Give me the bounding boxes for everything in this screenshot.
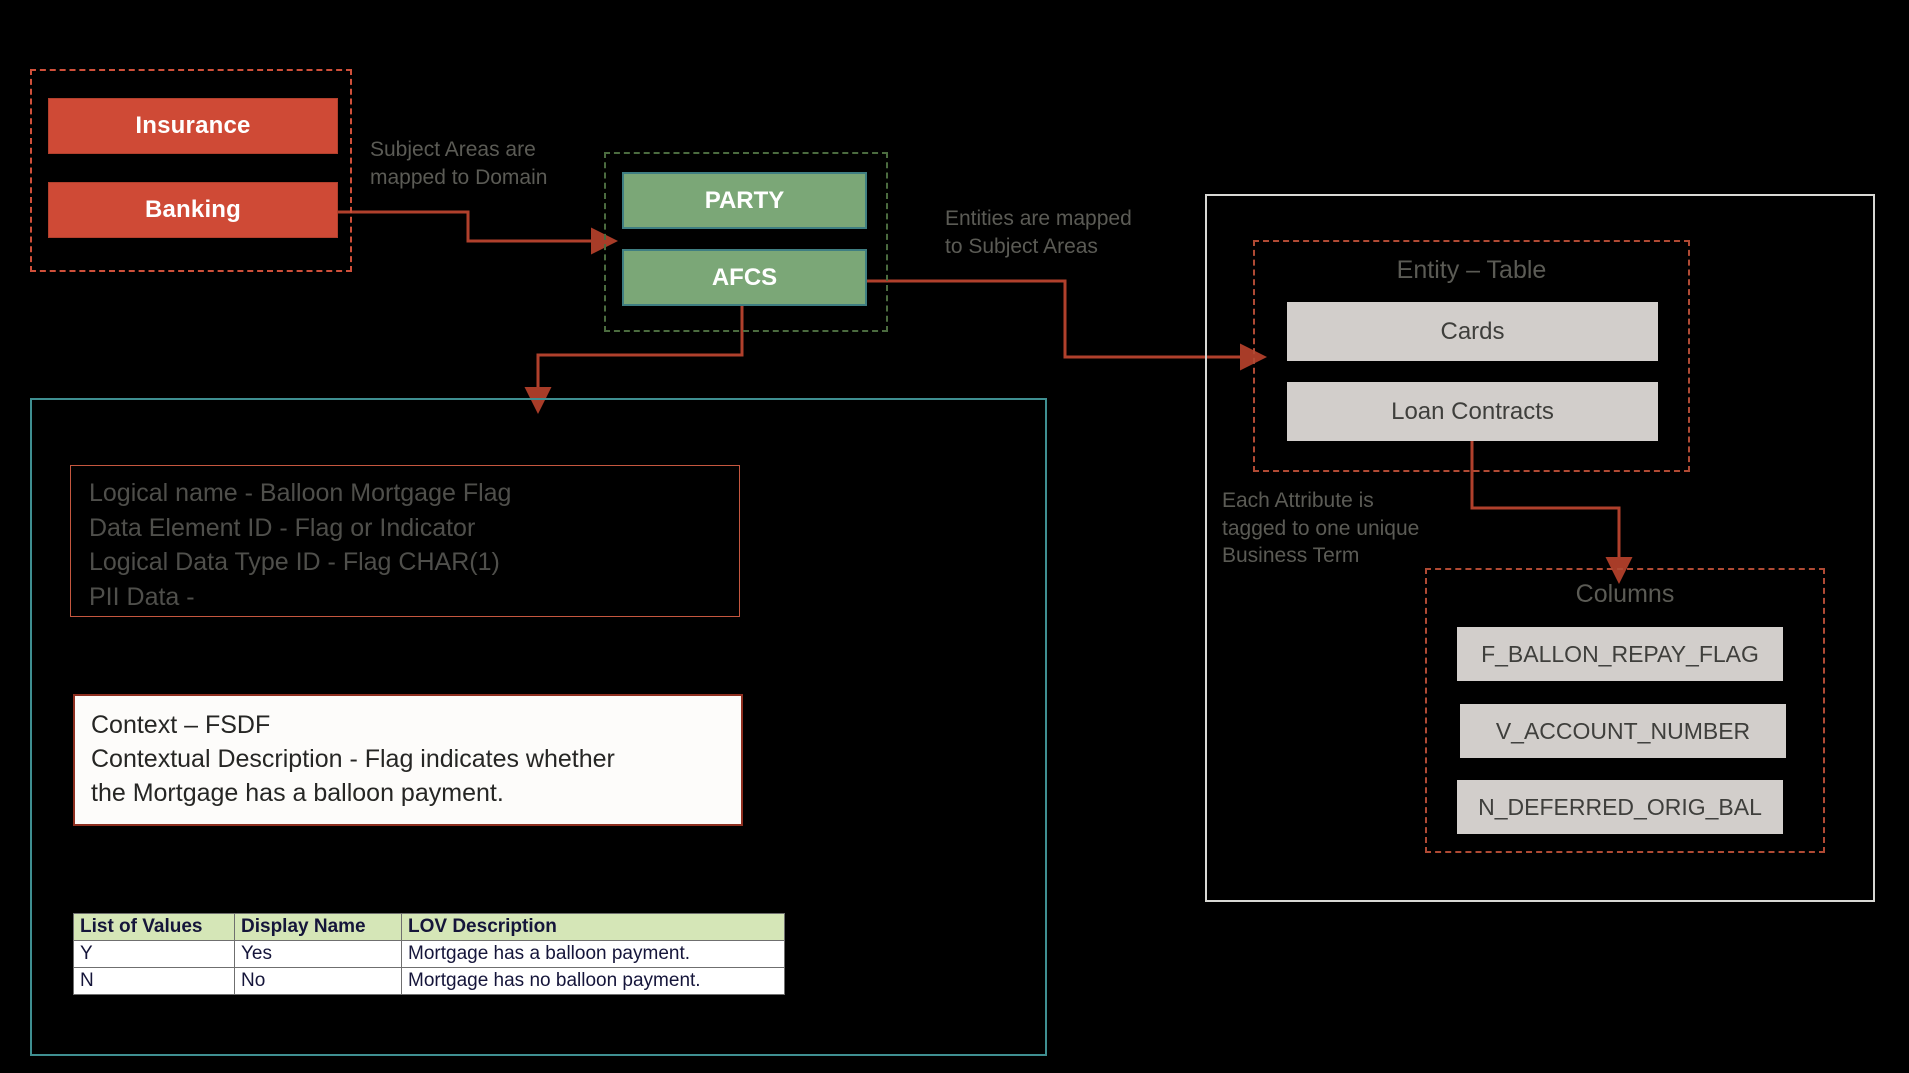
subject-area-item-afcs[interactable]: AFCS — [622, 249, 867, 306]
column-item-label: V_ACCOUNT_NUMBER — [1495, 717, 1751, 744]
cell-display-name: Yes — [234, 940, 402, 968]
note-subject-areas-to-domain: Subject Areas are mapped to Domain — [370, 138, 548, 189]
logical-attributes-box: Logical name - Balloon Mortgage Flag Dat… — [70, 465, 740, 617]
domain-item-banking[interactable]: Banking — [48, 182, 338, 238]
subject-area-item-label: PARTY — [704, 186, 785, 214]
cell-value: N — [73, 967, 235, 995]
column-item-label: F_BALLON_REPAY_FLAG — [1481, 640, 1759, 667]
list-of-values-table: List of Values Display Name LOV Descript… — [73, 913, 785, 995]
table-header-row: List of Values Display Name LOV Descript… — [73, 913, 785, 941]
table-row: Y Yes Mortgage has a balloon payment. — [73, 940, 785, 968]
entity-item-cards[interactable]: Cards — [1287, 302, 1658, 361]
entity-item-label: Cards — [1440, 317, 1505, 345]
column-item-v-account-number[interactable]: V_ACCOUNT_NUMBER — [1460, 704, 1786, 758]
table-row: N No Mortgage has no balloon payment. — [73, 967, 785, 995]
column-item-n-deferred-orig-bal[interactable]: N_DEFERRED_ORIG_BAL — [1457, 780, 1783, 834]
subject-area-item-label: AFCS — [711, 263, 778, 291]
cell-description: Mortgage has no balloon payment. — [401, 967, 785, 995]
entity-item-label: Loan Contracts — [1391, 397, 1554, 425]
column-header-lov-description: LOV Description — [401, 913, 785, 941]
column-header-display-name: Display Name — [234, 913, 402, 941]
cell-value: Y — [73, 940, 235, 968]
column-header-list-of-values: List of Values — [73, 913, 235, 941]
entity-table-title: Entity – Table — [1396, 256, 1547, 284]
column-item-f-ballon-repay-flag[interactable]: F_BALLON_REPAY_FLAG — [1457, 627, 1783, 681]
note-entities-to-subject-areas: Entities are mapped to Subject Areas — [945, 207, 1132, 258]
entity-item-loan-contracts[interactable]: Loan Contracts — [1287, 382, 1658, 441]
connector-banking-to-subject-areas — [338, 210, 618, 255]
columns-title: Columns — [1575, 580, 1675, 608]
domain-item-label: Insurance — [135, 112, 251, 139]
cell-display-name: No — [234, 967, 402, 995]
subject-area-item-party[interactable]: PARTY — [622, 172, 867, 229]
column-item-label: N_DEFERRED_ORIG_BAL — [1478, 793, 1762, 820]
cell-description: Mortgage has a balloon payment. — [401, 940, 785, 968]
context-description-box: Context – FSDF Contextual Description - … — [73, 694, 743, 826]
connector-afcs-to-entity — [867, 279, 1267, 371]
domain-item-label: Banking — [144, 196, 242, 223]
domain-item-insurance[interactable]: Insurance — [48, 98, 338, 154]
